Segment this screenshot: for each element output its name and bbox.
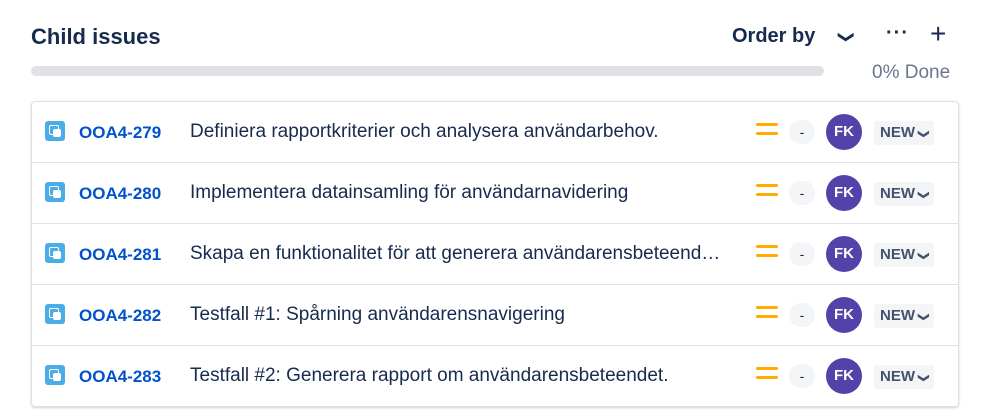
issue-row[interactable]: OOA4-281 Skapa en funktionalitet för att… — [32, 223, 958, 284]
chevron-down-icon: ❯ — [917, 251, 930, 261]
issue-row[interactable]: OOA4-279 Definiera rapportkriterier och … — [32, 102, 958, 162]
issue-row[interactable]: OOA4-280 Implementera datainsamling för … — [32, 162, 958, 223]
section-title: Child issues — [31, 24, 161, 49]
estimate-badge: - — [789, 120, 815, 144]
priority-medium-icon — [756, 245, 778, 261]
priority-medium-icon — [756, 123, 778, 139]
status-label: NEW — [880, 307, 915, 324]
child-issues-list: OOA4-279 Definiera rapportkriterier och … — [31, 101, 959, 407]
progress-bar — [31, 66, 824, 76]
more-actions-icon[interactable]: ··· — [886, 22, 909, 45]
status-dropdown[interactable]: NEW ❯ — [874, 182, 935, 206]
status-dropdown[interactable]: NEW ❯ — [874, 243, 935, 267]
issue-summary[interactable]: Testfall #2: Generera rapport om använda… — [190, 365, 668, 387]
issue-key-link[interactable]: OOA4-283 — [79, 367, 161, 387]
avatar[interactable]: FK — [826, 114, 862, 150]
estimate-badge: - — [789, 181, 815, 205]
avatar[interactable]: FK — [826, 358, 862, 394]
estimate-badge: - — [789, 242, 815, 266]
avatar[interactable]: FK — [826, 175, 862, 211]
status-label: NEW — [880, 368, 915, 385]
status-dropdown[interactable]: NEW ❯ — [874, 365, 935, 389]
priority-medium-icon — [756, 184, 778, 200]
subtask-icon — [45, 304, 65, 324]
estimate-badge: - — [789, 364, 815, 388]
order-by-button[interactable]: Order by — [732, 25, 815, 48]
avatar[interactable]: FK — [826, 297, 862, 333]
issue-row[interactable]: OOA4-283 Testfall #2: Generera rapport o… — [32, 345, 958, 406]
chevron-down-icon: ❯ — [917, 190, 930, 200]
avatar[interactable]: FK — [826, 236, 862, 272]
chevron-down-icon[interactable]: ❯ — [837, 30, 857, 43]
issue-key-link[interactable]: OOA4-281 — [79, 245, 161, 265]
status-label: NEW — [880, 246, 915, 263]
subtask-icon — [45, 243, 65, 263]
progress-label: 0% Done — [872, 62, 951, 83]
chevron-down-icon: ❯ — [917, 373, 930, 383]
status-label: NEW — [880, 185, 915, 202]
add-child-issue-icon[interactable]: + — [930, 18, 946, 50]
issue-key-link[interactable]: OOA4-280 — [79, 184, 161, 204]
issue-row[interactable]: OOA4-282 Testfall #1: Spårning användare… — [32, 284, 958, 345]
issue-summary[interactable]: Implementera datainsamling för användarn… — [190, 182, 628, 204]
issue-summary[interactable]: Definiera rapportkriterier och analysera… — [190, 121, 659, 143]
status-dropdown[interactable]: NEW ❯ — [874, 121, 935, 145]
subtask-icon — [45, 365, 65, 385]
issue-summary[interactable]: Testfall #1: Spårning användarensnaviger… — [190, 304, 565, 326]
priority-medium-icon — [756, 306, 778, 322]
status-label: NEW — [880, 124, 915, 141]
priority-medium-icon — [756, 367, 778, 383]
chevron-down-icon: ❯ — [917, 129, 930, 139]
estimate-badge: - — [789, 303, 815, 327]
chevron-down-icon: ❯ — [917, 312, 930, 322]
issue-key-link[interactable]: OOA4-282 — [79, 306, 161, 326]
issue-key-link[interactable]: OOA4-279 — [79, 123, 161, 143]
subtask-icon — [45, 121, 65, 141]
subtask-icon — [45, 182, 65, 202]
status-dropdown[interactable]: NEW ❯ — [874, 304, 935, 328]
issue-summary[interactable]: Skapa en funktionalitet för att generera… — [190, 243, 730, 265]
